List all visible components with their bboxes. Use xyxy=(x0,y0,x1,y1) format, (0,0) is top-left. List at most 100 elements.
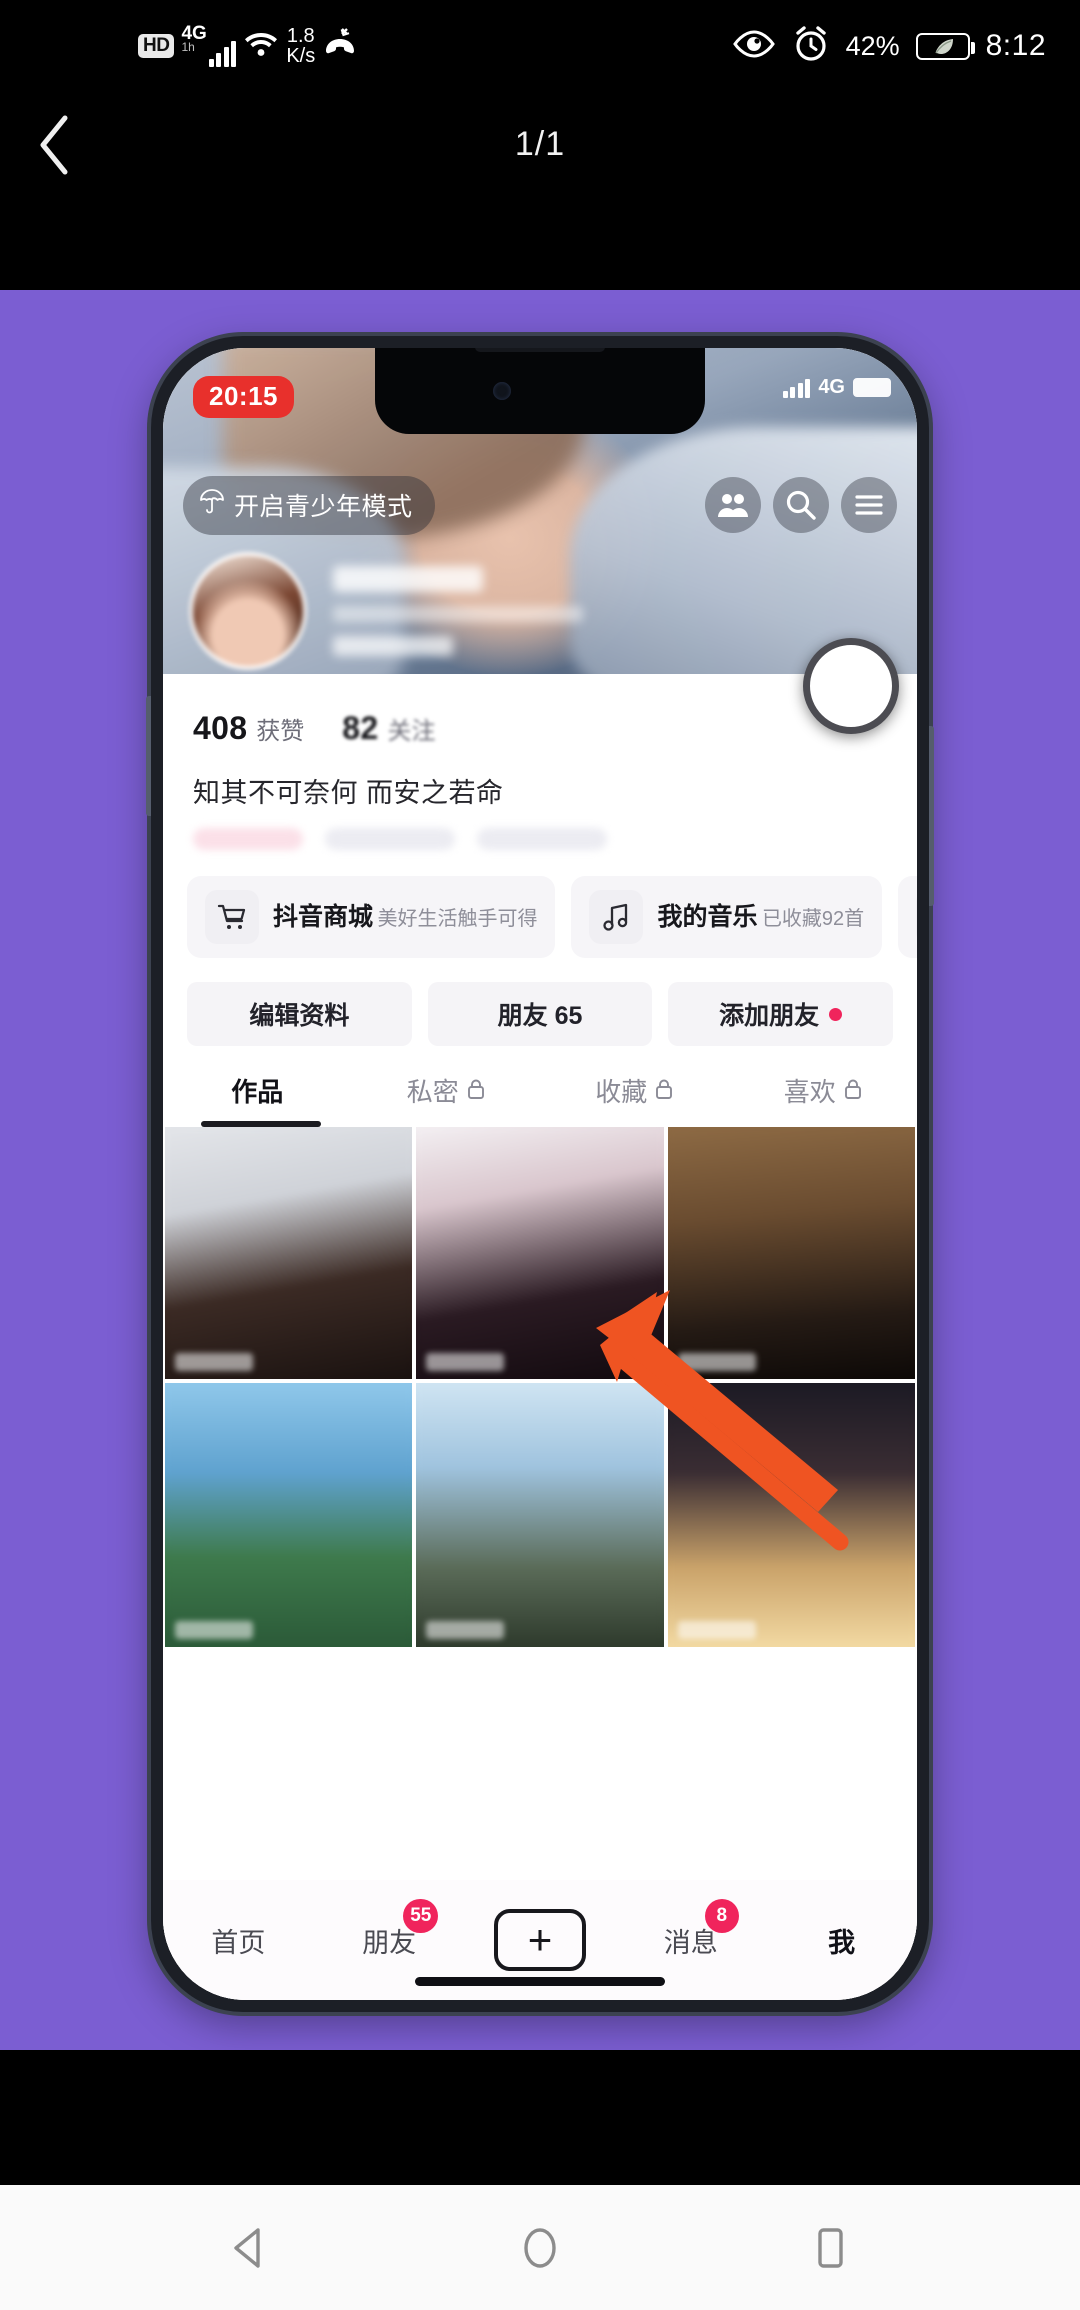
inner-time-chip: 20:15 xyxy=(193,376,294,418)
teen-mode-button[interactable]: 开启青少年模式 xyxy=(183,475,435,535)
profile-bio: 知其不可奈何 而安之若命 xyxy=(193,778,504,808)
tab-works[interactable]: 作品 xyxy=(163,1072,352,1127)
profile-services-row: 抖音商城 美好生活触手可得 我的音乐 已收藏92首 xyxy=(163,850,917,958)
profile-content-tabs: 作品 私密 收藏 喜欢 xyxy=(163,1046,917,1127)
tabbar-messages-label: 消息 xyxy=(663,1927,718,1958)
service-title: 我的音乐 xyxy=(657,903,758,931)
stat-followers-value xyxy=(474,710,502,747)
nav-back-button[interactable] xyxy=(205,2203,295,2293)
viewed-image-canvas[interactable]: 20:15 4G 开启青少年模式 408 获赞 82 关注 知其不可奈何 而安之… xyxy=(0,290,1080,2050)
tabbar-item-messages[interactable]: 消息 8 xyxy=(615,1898,766,1960)
video-thumb-2[interactable] xyxy=(416,1127,664,1379)
status-bar-left-group: HD 4G 1h 1.8 K/s xyxy=(138,24,358,67)
tabbar-item-me[interactable]: 我 xyxy=(766,1921,917,1960)
recents-square-icon xyxy=(818,2227,843,2268)
video-thumb-4[interactable] xyxy=(165,1383,413,1647)
shopping-cart-icon xyxy=(205,890,259,944)
lock-icon xyxy=(655,1075,673,1106)
stat-likes-value: 408 xyxy=(193,710,248,746)
tab-collections[interactable]: 收藏 xyxy=(540,1072,729,1127)
stat-followers-label xyxy=(510,718,537,746)
tabbar-friends-label: 朋友 xyxy=(362,1927,417,1958)
profile-actions-row: 编辑资料 朋友 65 添加朋友 xyxy=(163,958,917,1046)
tab-likes[interactable]: 喜欢 xyxy=(729,1072,918,1127)
friends-count-label: 朋友 65 xyxy=(497,1002,583,1030)
friends-icon[interactable] xyxy=(705,477,761,533)
video-thumb-1[interactable] xyxy=(165,1127,413,1379)
add-friend-button[interactable]: 添加朋友 xyxy=(668,982,894,1046)
hd-badge-icon: HD xyxy=(138,34,175,58)
eye-icon xyxy=(732,29,776,64)
service-douyin-mall[interactable]: 抖音商城 美好生活触手可得 xyxy=(187,876,556,958)
topbar-icons xyxy=(705,477,897,533)
video-thumb-6[interactable] xyxy=(667,1383,915,1647)
lock-icon xyxy=(467,1075,485,1106)
status-bar-right-group: 42% 8:12 xyxy=(732,25,1046,68)
network-speed-indicator: 1.8 K/s xyxy=(286,25,316,67)
service-subtitle: 美好生活触手可得 xyxy=(377,908,538,930)
service-live[interactable]: 直 精 xyxy=(898,876,917,958)
music-note-icon xyxy=(589,890,644,944)
service-title: 抖音商城 xyxy=(273,903,374,931)
inner-status-right: 4G xyxy=(782,376,891,399)
edit-profile-label: 编辑资料 xyxy=(249,1002,350,1030)
battery-saver-icon xyxy=(915,32,975,60)
video-thumb-5[interactable] xyxy=(416,1383,664,1647)
tabbar-home-label: 首页 xyxy=(211,1927,266,1958)
phone-mockup-frame: 20:15 4G 开启青少年模式 408 获赞 82 关注 知其不可奈何 而安之… xyxy=(146,336,934,2012)
alarm-clock-icon xyxy=(792,25,830,68)
inner-battery-icon xyxy=(853,378,891,397)
friends-count-button[interactable]: 朋友 65 xyxy=(427,982,653,1046)
inner-network-label: 4G xyxy=(818,376,845,398)
tabbar-item-friends[interactable]: 朋友 55 xyxy=(314,1898,465,1960)
service-my-music[interactable]: 我的音乐 已收藏92首 xyxy=(571,876,883,958)
profile-detail-sheet: 408 获赞 82 关注 知其不可奈何 而安之若命 抖音商城 美好生活触手可得 … xyxy=(163,638,917,2000)
network-sub-label: 1h xyxy=(181,40,195,54)
wifi-icon xyxy=(243,29,279,64)
stat-following[interactable]: 82 关注 xyxy=(342,710,435,747)
home-indicator xyxy=(415,1977,665,1986)
add-friend-label: 添加朋友 xyxy=(719,1002,820,1030)
create-button[interactable]: + xyxy=(493,1909,586,1971)
menu-icon[interactable] xyxy=(841,477,897,533)
image-viewer-header: 1/1 xyxy=(0,92,1080,197)
signal-bars-icon: 4G 1h xyxy=(181,24,237,67)
video-thumb-3[interactable] xyxy=(667,1127,915,1379)
avatar[interactable] xyxy=(189,552,307,670)
video-grid xyxy=(163,1127,917,1647)
lock-icon xyxy=(844,1075,862,1106)
screen-root: HD 4G 1h 1.8 K/s 42% 8:12 1/1 20:15 4G 开… xyxy=(0,0,1080,2310)
phone-screen: 20:15 4G 开启青少年模式 408 获赞 82 关注 知其不可奈何 而安之… xyxy=(163,348,917,2000)
stat-followers[interactable] xyxy=(474,710,537,747)
missed-call-icon xyxy=(322,27,358,66)
tab-works-label: 作品 xyxy=(231,1077,284,1107)
stat-likes[interactable]: 408 获赞 xyxy=(193,710,304,747)
video-ticket-icon xyxy=(916,890,917,944)
nav-recents-button[interactable] xyxy=(785,2203,875,2293)
search-icon[interactable] xyxy=(773,477,829,533)
tab-collections-label: 收藏 xyxy=(595,1077,648,1107)
edit-profile-button[interactable]: 编辑资料 xyxy=(187,982,412,1046)
tab-private-label: 私密 xyxy=(406,1077,459,1107)
inner-signal-icon xyxy=(782,378,811,398)
status-bar-clock: 8:12 xyxy=(985,29,1046,62)
umbrella-icon xyxy=(199,488,225,521)
nav-home-button[interactable] xyxy=(495,2203,585,2293)
teen-mode-label: 开启青少年模式 xyxy=(234,492,413,521)
tabbar-item-home[interactable]: 首页 xyxy=(163,1921,314,1960)
tabbar-item-create[interactable]: + xyxy=(465,1909,616,1971)
tabbar-me-label: 我 xyxy=(828,1927,856,1958)
profile-tag-row xyxy=(163,810,917,850)
phone-notch xyxy=(375,348,705,434)
page-indicator: 1/1 xyxy=(514,125,566,163)
friends-badge: 55 xyxy=(403,1898,439,1933)
profile-topbar: 开启青少年模式 xyxy=(163,472,917,538)
android-status-bar: HD 4G 1h 1.8 K/s 42% 8:12 xyxy=(0,0,1080,92)
tab-likes-label: 喜欢 xyxy=(783,1077,836,1107)
tab-private[interactable]: 私密 xyxy=(352,1072,541,1127)
stat-likes-label: 获赞 xyxy=(256,718,305,745)
profile-identity-row xyxy=(163,546,917,676)
profile-name-block xyxy=(333,566,583,656)
stat-following-label: 关注 xyxy=(387,718,436,745)
messages-badge: 8 xyxy=(704,1898,739,1933)
